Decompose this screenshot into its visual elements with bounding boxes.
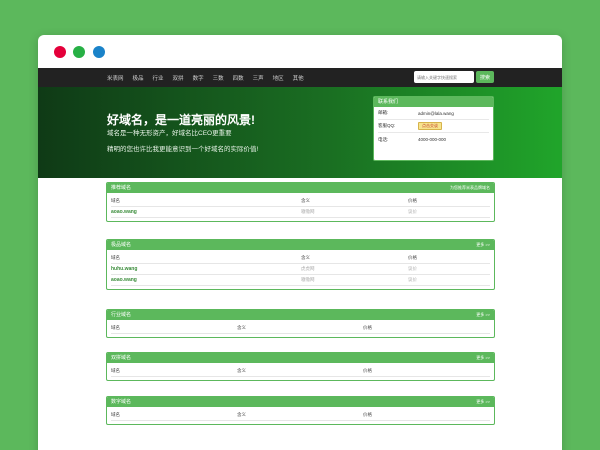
hero-title: 好域名，是一道亮丽的风景! — [107, 113, 255, 127]
domain-panel: 极品域名 更多 >> 域名 含义 价格 huhu.wang 虎虎网 议价 aoao.wang 嗷嗷… — [106, 239, 495, 290]
panel-more-link[interactable]: 更多 >> — [476, 353, 490, 363]
column-header-meaning: 含义 — [237, 368, 246, 373]
nav-link-4[interactable]: 数字 — [193, 74, 204, 82]
domain-meaning: 嗷嗷网 — [301, 277, 315, 282]
column-header-name: 域名 — [111, 368, 120, 373]
domain-panel: 行业域名 更多 >> 域名 含义 价格 — [106, 309, 495, 338]
hero-banner: 好域名，是一道亮丽的风景! 域名是一种无形资产，好域名比CEO更重要 精明的您也… — [38, 87, 562, 178]
domain-panel: 双拼域名 更多 >> 域名 含义 价格 — [106, 352, 495, 381]
nav-link-7[interactable]: 三声 — [253, 74, 264, 82]
table-row: aoao.wang 嗷嗷网 议价 — [111, 275, 490, 286]
table-header-row: 域名 含义 价格 — [111, 410, 490, 421]
nav-link-8[interactable]: 地区 — [273, 74, 284, 82]
panel-header: 推荐域名 为您推荐米表品牌域名 — [107, 183, 494, 193]
column-header-name: 域名 — [111, 412, 120, 417]
contact-email[interactable]: admin@lala.wang — [418, 111, 489, 116]
column-header-meaning: 含义 — [301, 255, 310, 260]
contact-row-qq: 客服QQ: 点击交谈 — [378, 120, 489, 133]
table-header-row: 域名 含义 价格 — [111, 253, 490, 264]
domain-panel: 数字域名 更多 >> 域名 含义 价格 — [106, 396, 495, 425]
nav-link-1[interactable]: 极品 — [133, 74, 144, 82]
table-header-row: 域名 含义 价格 — [111, 196, 490, 207]
qq-chat-button[interactable]: 点击交谈 — [418, 122, 442, 130]
search-input[interactable] — [414, 71, 474, 83]
column-header-price: 价格 — [363, 412, 372, 417]
panel-header: 极品域名 更多 >> — [107, 240, 494, 250]
column-header-name: 域名 — [111, 255, 120, 260]
panel-table: 域名 含义 价格 — [107, 410, 494, 424]
panel-more-link[interactable]: 更多 >> — [476, 240, 490, 250]
table-row: huhu.wang 虎虎网 议价 — [111, 264, 490, 275]
nav-link-3[interactable]: 双拼 — [173, 74, 184, 82]
panel-title: 行业域名 — [111, 312, 132, 318]
table-header-row: 域名 含义 价格 — [111, 366, 490, 377]
panel-header: 数字域名 更多 >> — [107, 397, 494, 407]
panel-title: 极品域名 — [111, 242, 132, 248]
nav-link-2[interactable]: 行业 — [153, 74, 164, 82]
contact-key: 邮箱: — [378, 110, 389, 115]
nav-link-6[interactable]: 四数 — [233, 74, 244, 82]
browser-window: 米表网 极品 行业 双拼 数字 三数 四数 三声 地区 其他 搜索 好域名，是一道亮丽的风景! 域… — [38, 35, 562, 450]
column-header-price: 价格 — [363, 325, 372, 330]
panel-table: 域名 含义 价格 huhu.wang 虎虎网 议价 aoao.wang 嗷嗷网 议价 — [107, 253, 494, 289]
domain-meaning: 虎虎网 — [301, 266, 315, 271]
nav-link-0[interactable]: 米表网 — [107, 74, 124, 82]
panel-header: 行业域名 更多 >> — [107, 310, 494, 320]
hero-tagline: 精明的您也许比我更能意识到一个好域名的实际价值! — [107, 146, 259, 153]
contact-title: 联系我们 — [374, 97, 493, 107]
column-header-meaning: 含义 — [301, 198, 310, 203]
domain-link[interactable]: aoao.wang — [111, 209, 301, 215]
minimize-dot[interactable] — [73, 46, 85, 58]
contact-key: 客服QQ: — [378, 123, 396, 128]
contact-row-phone: 电话: 4000-000-000 — [378, 133, 489, 146]
panel-table: 域名 含义 价格 aoao.wang 嗷嗷网 议价 — [107, 196, 494, 221]
contact-row-email: 邮箱: admin@lala.wang — [378, 107, 489, 120]
panel-more-link[interactable]: 更多 >> — [476, 310, 490, 320]
search-button[interactable]: 搜索 — [476, 71, 494, 83]
domain-price: 议价 — [408, 266, 417, 271]
domain-link[interactable]: aoao.wang — [111, 277, 301, 283]
panel-table: 域名 含义 价格 — [107, 366, 494, 380]
window-titlebar — [38, 35, 562, 68]
panel-more-link[interactable]: 为您推荐米表品牌域名 — [450, 183, 490, 193]
panel-title: 双拼域名 — [111, 355, 132, 361]
table-row: aoao.wang 嗷嗷网 议价 — [111, 207, 490, 218]
column-header-name: 域名 — [111, 325, 120, 330]
contact-phone: 4000-000-000 — [418, 137, 447, 142]
nav-link-5[interactable]: 三数 — [213, 74, 224, 82]
panel-title: 推荐域名 — [111, 185, 132, 191]
column-header-price: 价格 — [408, 255, 417, 260]
domain-price: 议价 — [408, 209, 417, 214]
maximize-dot[interactable] — [93, 46, 105, 58]
column-header-meaning: 含义 — [237, 412, 246, 417]
top-navbar: 米表网 极品 行业 双拼 数字 三数 四数 三声 地区 其他 搜索 — [38, 68, 562, 87]
contact-card: 联系我们 邮箱: admin@lala.wang 客服QQ: 点击交谈 电话: … — [373, 96, 494, 161]
contact-qq: 点击交谈 — [418, 122, 489, 130]
close-dot[interactable] — [54, 46, 66, 58]
domain-link[interactable]: huhu.wang — [111, 266, 301, 272]
domain-meaning: 嗷嗷网 — [301, 209, 315, 214]
domain-panel: 推荐域名 为您推荐米表品牌域名域名 含义 价格 aoao.wang 嗷嗷网 议价 — [106, 182, 495, 222]
nav-link-9[interactable]: 其他 — [293, 74, 304, 82]
panel-more-link[interactable]: 更多 >> — [476, 397, 490, 407]
contact-key: 电话: — [378, 136, 389, 142]
panel-title: 数字域名 — [111, 399, 132, 405]
table-header-row: 域名 含义 价格 — [111, 323, 490, 334]
panel-header: 双拼域名 更多 >> — [107, 353, 494, 363]
column-header-meaning: 含义 — [237, 325, 246, 330]
hero-subtitle: 域名是一种无形资产，好域名比CEO更重要 — [107, 130, 232, 137]
domain-price: 议价 — [408, 277, 417, 282]
column-header-price: 价格 — [408, 198, 417, 203]
column-header-price: 价格 — [363, 368, 372, 373]
column-header-name: 域名 — [111, 198, 120, 203]
panel-table: 域名 含义 价格 — [107, 323, 494, 337]
nav-links: 米表网 极品 行业 双拼 数字 三数 四数 三声 地区 其他 — [107, 74, 313, 82]
